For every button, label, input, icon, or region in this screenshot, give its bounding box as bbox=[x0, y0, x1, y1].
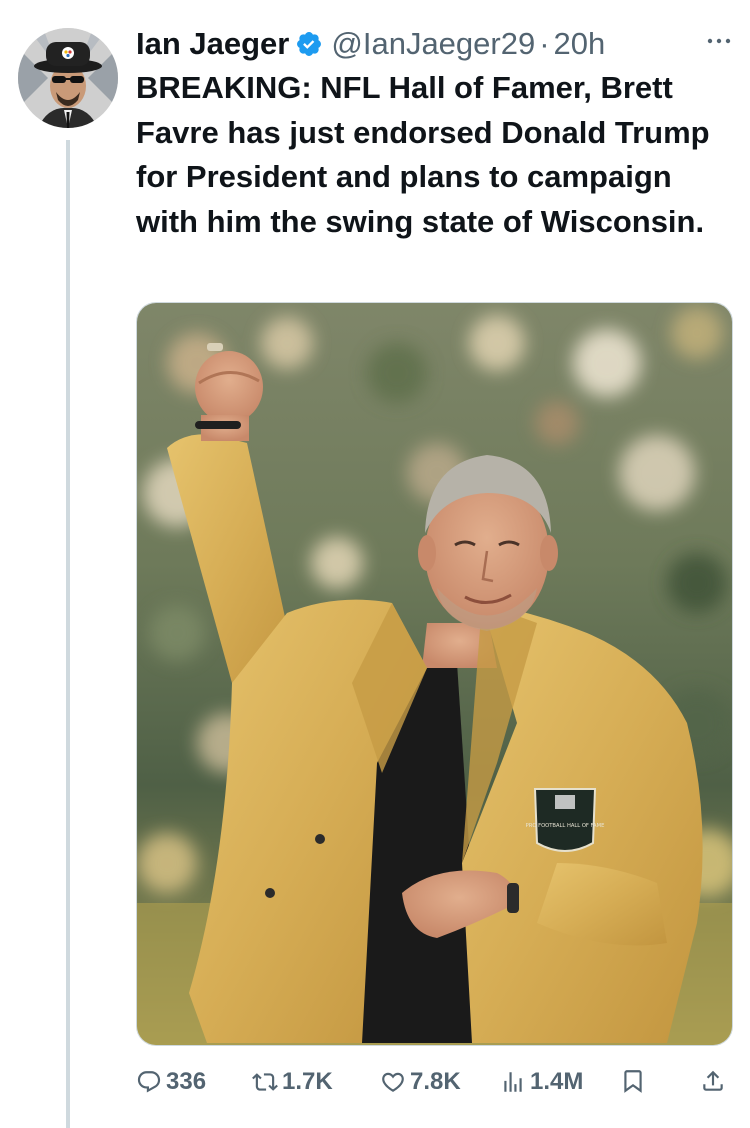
repost-button[interactable]: 1.7K bbox=[252, 1068, 333, 1096]
views-count: 1.4M bbox=[530, 1068, 584, 1095]
bookmark-icon bbox=[624, 1070, 642, 1093]
verified-badge-icon[interactable] bbox=[295, 30, 323, 58]
share-icon bbox=[703, 1070, 723, 1091]
reply-icon bbox=[137, 1071, 161, 1093]
tweet-actions: 336 1.7K 7.8K 1.4M bbox=[136, 1058, 736, 1106]
tweet-header: Ian Jaeger @IanJaeger29 · 20h bbox=[136, 22, 736, 66]
views-button[interactable]: 1.4M bbox=[500, 1068, 583, 1096]
repost-count: 1.7K bbox=[282, 1068, 333, 1095]
reply-count: 336 bbox=[166, 1068, 207, 1095]
thread-line bbox=[66, 140, 70, 1128]
patch-text: PRO FOOTBALL HALL OF FAME bbox=[526, 823, 605, 829]
share-button[interactable] bbox=[700, 1068, 730, 1094]
repost-icon bbox=[252, 1073, 278, 1091]
display-name[interactable]: Ian Jaeger bbox=[136, 26, 289, 62]
views-icon bbox=[504, 1072, 522, 1092]
more-icon[interactable] bbox=[704, 26, 734, 56]
timestamp[interactable]: 20h bbox=[554, 26, 606, 62]
separator-dot: · bbox=[539, 26, 550, 61]
tweet-photo[interactable]: PRO FOOTBALL HALL OF FAME bbox=[136, 302, 733, 1046]
bookmark-button[interactable] bbox=[620, 1068, 650, 1094]
like-button[interactable]: 7.8K bbox=[380, 1068, 461, 1096]
tweet-text: BREAKING: NFL Hall of Famer, Brett Favre… bbox=[136, 70, 710, 239]
heart-icon bbox=[382, 1072, 404, 1092]
avatar[interactable] bbox=[18, 28, 118, 128]
tweet: Ian Jaeger @IanJaeger29 · 20h BREAKING: … bbox=[0, 0, 750, 1128]
reply-button[interactable]: 336 bbox=[136, 1068, 206, 1096]
handle[interactable]: @IanJaeger29 bbox=[331, 26, 535, 62]
like-count: 7.8K bbox=[410, 1068, 461, 1095]
hall-of-fame-patch: PRO FOOTBALL HALL OF FAME bbox=[526, 788, 605, 852]
